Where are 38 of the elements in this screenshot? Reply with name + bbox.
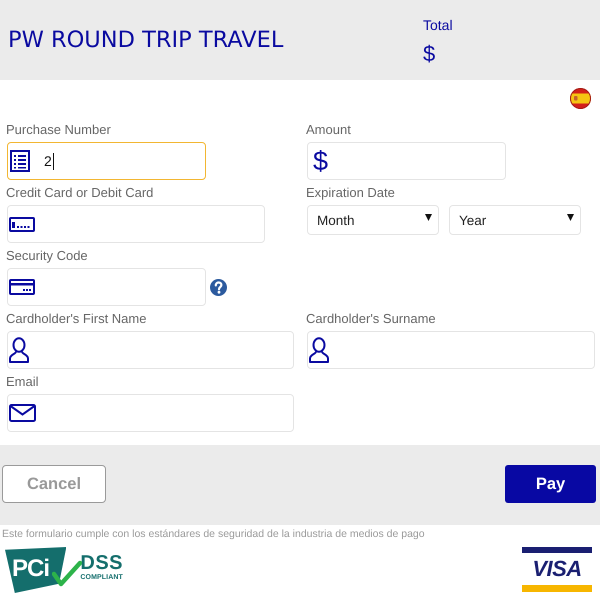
field-label: Cardholder's First Name [6,310,146,328]
field-label: Credit Card or Debit Card [6,184,154,202]
amount-field[interactable]: $ [307,142,506,180]
text-cursor [52,152,54,170]
field-label: Amount [306,121,351,139]
security-code-field[interactable] [7,268,206,306]
pay-button[interactable]: Pay [505,465,596,503]
credit-card-icon [9,279,35,295]
credit-card-icon [9,216,35,232]
first-name-field[interactable] [7,331,294,369]
year-select[interactable]: Year [449,205,581,235]
visa-logo: VISA [522,547,592,592]
check-icon [52,560,82,587]
caret-icon [425,214,432,221]
spain-flag-icon[interactable] [570,88,591,109]
surname-field[interactable] [307,331,595,369]
total-amount: $ [423,42,436,66]
field-label: Purchase Number [6,121,111,139]
month-select[interactable]: Month [307,205,439,235]
mail-icon [9,404,36,422]
list-icon [10,150,30,172]
dss-text: DSS [80,554,123,573]
field-label: Email [6,373,39,391]
page-title: PW ROUND TRIP TRAVEL [8,26,284,55]
help-icon[interactable] [210,278,227,296]
field-label: Security Code [6,247,88,265]
person-icon [308,337,330,363]
person-icon [8,337,30,363]
total-label: Total [423,17,453,33]
purchase-number-field[interactable]: 2 [7,142,206,180]
card-number-field[interactable] [7,205,265,243]
caret-icon [567,214,574,221]
field-label: Expiration Date [306,184,395,202]
currency-symbol: $ [313,146,328,176]
field-label: Cardholder's Surname [306,310,436,328]
pci-badge: PCi [5,547,66,593]
email-field[interactable] [7,394,294,432]
security-notice: Este formulario cumple con los estándares de seguridad de la industria de medios de pago [1,527,425,541]
